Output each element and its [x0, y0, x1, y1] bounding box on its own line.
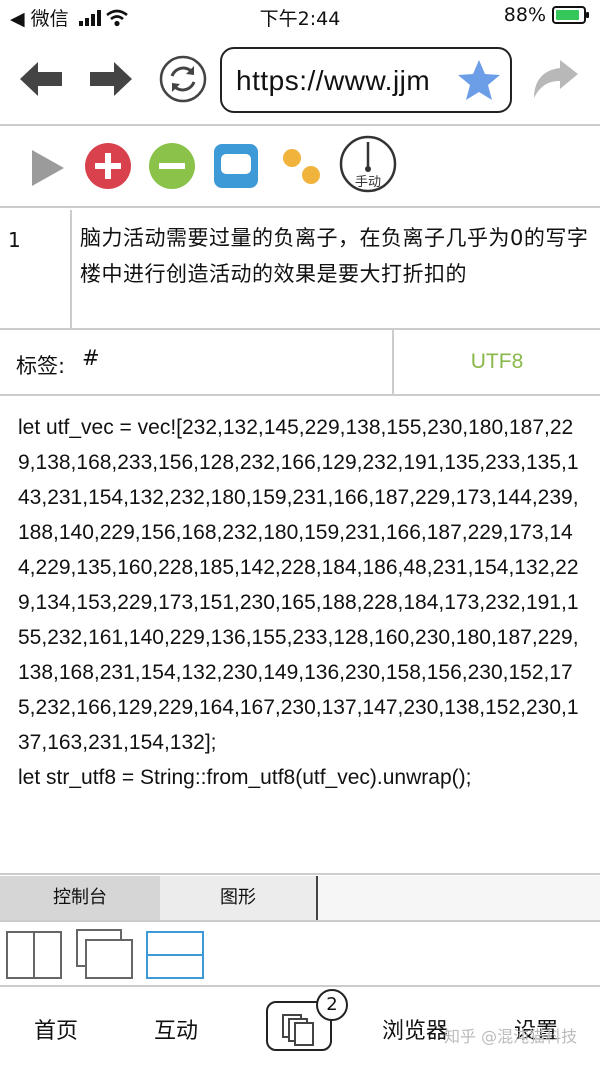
back-arrow-icon[interactable]	[16, 54, 66, 104]
remove-icon[interactable]	[148, 142, 196, 190]
address-bar[interactable]: https://www.jjm	[220, 47, 512, 113]
split-vertical-icon[interactable]	[6, 931, 62, 979]
svg-text:手动: 手动	[355, 175, 381, 190]
browser-toolbar: https://www.jjm	[0, 34, 600, 126]
nav-browser[interactable]: 浏览器	[382, 1013, 448, 1045]
encoding-button[interactable]: UTF8	[392, 330, 600, 394]
forward-arrow-icon[interactable]	[86, 54, 136, 104]
row-text: 脑力活动需要过量的负离子，在负离子几乎为0的写字楼中进行创造活动的效果是要大打折…	[80, 226, 589, 286]
nav-interact[interactable]: 互动	[154, 1013, 198, 1045]
split-horizontal-icon[interactable]	[146, 931, 204, 979]
layout-switcher	[0, 923, 600, 987]
panel-icon[interactable]	[212, 142, 260, 190]
text-row[interactable]: 1 脑力活动需要过量的负离子，在负离子几乎为0的写字楼中进行创造活动的效果是要大…	[0, 210, 600, 330]
tag-label: 标签:	[16, 354, 66, 378]
overlap-windows-icon[interactable]	[76, 929, 134, 979]
code-editor[interactable]: let utf_vec = vec![232,132,145,229,138,1…	[0, 398, 600, 875]
tab-console[interactable]: 控制台	[0, 876, 160, 920]
tag-value[interactable]: #	[82, 346, 100, 370]
code-line: let utf_vec = vec![232,132,145,229,138,1…	[18, 416, 579, 754]
url-text: https://www.jjm	[236, 65, 431, 96]
tab-graphics[interactable]: 图形	[160, 876, 318, 920]
bookmark-star-icon[interactable]	[456, 57, 502, 103]
share-arrow-icon[interactable]	[530, 54, 580, 104]
tab-count-badge: 2	[316, 989, 348, 1021]
bottom-nav: 首页 互动 2 浏览器 设置 知乎 @混沌猫科技	[0, 989, 600, 1067]
battery-percent: 88%	[503, 4, 546, 26]
refresh-icon[interactable]	[158, 54, 208, 104]
add-icon[interactable]	[84, 142, 132, 190]
nav-home[interactable]: 首页	[34, 1013, 78, 1045]
tag-row: 标签: # UTF8	[0, 330, 600, 396]
watermark: 知乎 @混沌猫科技	[444, 1027, 578, 1046]
battery-icon	[552, 6, 589, 24]
play-icon[interactable]	[28, 146, 68, 190]
row-number: 1	[0, 210, 72, 328]
dots-icon[interactable]	[278, 142, 326, 190]
action-toolbar: 手动	[0, 128, 600, 208]
status-bar: ◀ 微信 下午2:44 88%	[0, 0, 600, 34]
code-line: let str_utf8 = String::from_utf8(utf_vec…	[18, 766, 472, 789]
manual-mode-icon[interactable]: 手动	[338, 134, 398, 196]
panel-tabs: 控制台 图形	[0, 876, 600, 922]
